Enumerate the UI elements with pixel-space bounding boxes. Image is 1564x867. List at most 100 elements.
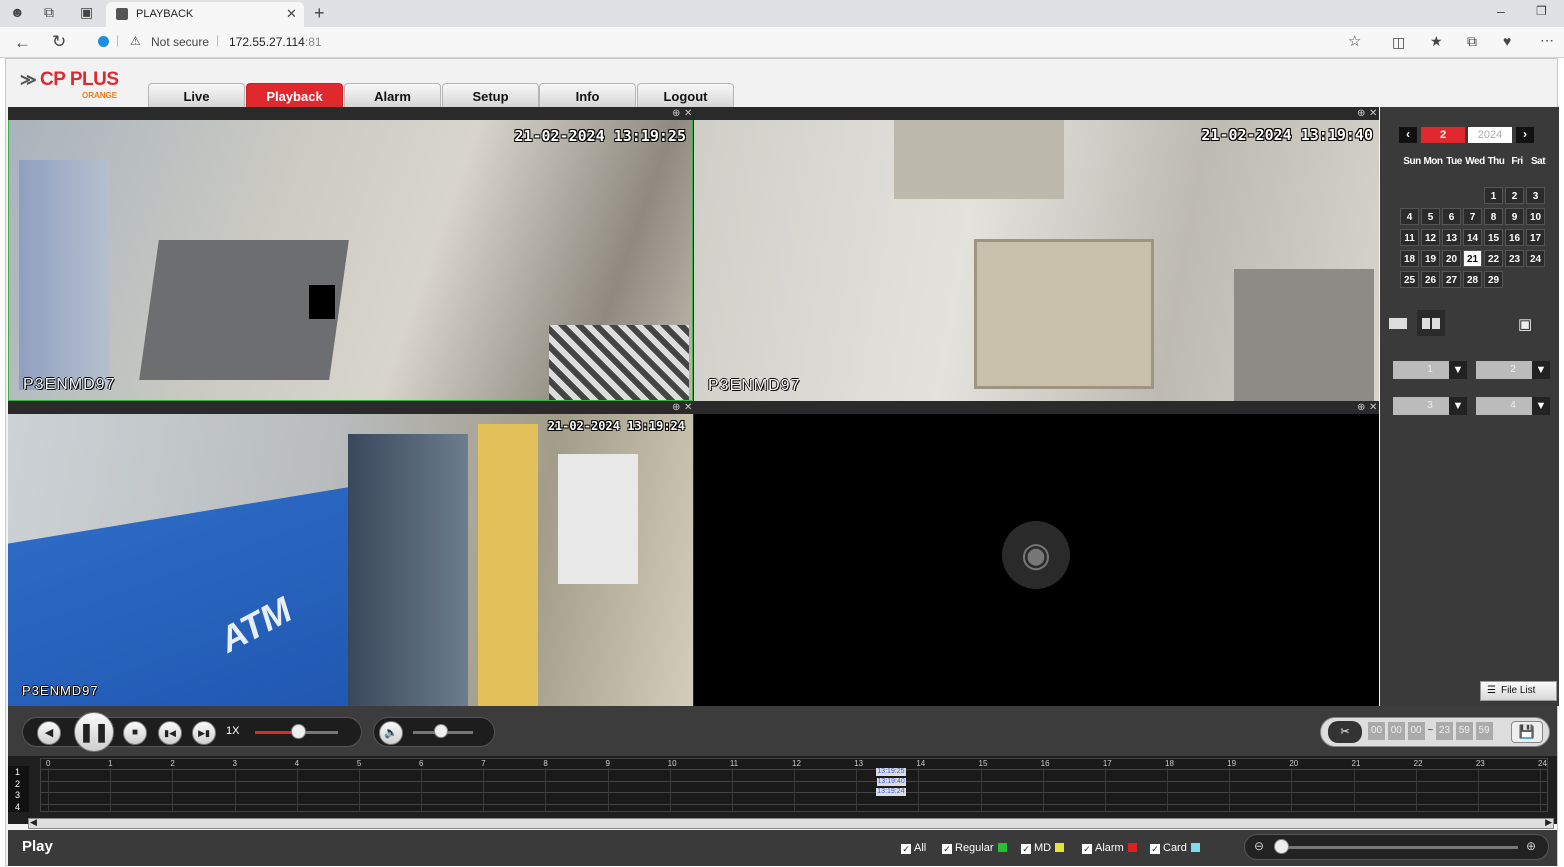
calendar-day[interactable]: 25 xyxy=(1400,271,1419,288)
channel-select-2[interactable]: 2 ▼ xyxy=(1476,361,1550,379)
calendar-day[interactable]: 11 xyxy=(1400,229,1419,246)
calendar-day[interactable]: 18 xyxy=(1400,250,1419,267)
calendar-day[interactable]: 27 xyxy=(1442,271,1461,288)
nav-playback[interactable]: Playback xyxy=(246,83,343,108)
slow-button[interactable]: ▮◀ xyxy=(158,721,182,745)
legend-alarm[interactable]: ✓ Alarm xyxy=(1082,842,1137,854)
calendar-day[interactable]: 13 xyxy=(1442,229,1461,246)
timeline-marker[interactable]: 13:19:40 xyxy=(876,778,906,786)
nav-logout[interactable]: Logout xyxy=(637,83,734,108)
calendar-day[interactable]: 12 xyxy=(1421,229,1440,246)
calendar-day[interactable]: 9 xyxy=(1505,208,1524,225)
back-icon[interactable]: ← xyxy=(14,34,31,51)
zoom-out-icon[interactable]: ⊖ xyxy=(1254,839,1264,853)
start-hour[interactable]: 00 xyxy=(1368,722,1385,740)
channel-select-3[interactable]: 3 ▼ xyxy=(1393,397,1467,415)
end-minute[interactable]: 59 xyxy=(1455,722,1473,740)
play-backward-button[interactable]: ◀ xyxy=(37,721,61,745)
calendar-prev-button[interactable]: ‹ xyxy=(1399,127,1417,143)
calendar-day[interactable]: 21 xyxy=(1463,250,1482,267)
calendar-day[interactable]: 29 xyxy=(1484,271,1503,288)
zoom-slider[interactable] xyxy=(1278,846,1518,849)
calendar-day[interactable]: 5 xyxy=(1421,208,1440,225)
timeline-marker[interactable]: 13:19:25 xyxy=(876,768,906,776)
fast-button[interactable]: ▶▮ xyxy=(192,721,216,745)
tab-close-icon[interactable]: ✕ xyxy=(286,7,297,20)
video-cell-1[interactable]: 21-02-2024 13:19:25 P3ENMD97 xyxy=(8,119,693,401)
end-hour[interactable]: 23 xyxy=(1435,722,1453,740)
timeline[interactable]: 1 2 3 4 0 1 2 3 4 5 6 7 8 9 10 11 12 13 14 15 16 17 18 19 20 21 22… xyxy=(8,756,1557,824)
calendar-next-button[interactable]: › xyxy=(1516,127,1534,143)
calendar-day[interactable]: 8 xyxy=(1484,208,1503,225)
calendar-day[interactable]: 16 xyxy=(1505,229,1524,246)
channel-select-4[interactable]: 4 ▼ xyxy=(1476,397,1550,415)
nav-setup[interactable]: Setup xyxy=(442,83,539,108)
favorite-star-icon[interactable]: ☆ xyxy=(1348,34,1361,49)
minimize-icon[interactable]: – xyxy=(1497,4,1505,18)
quad-view-button[interactable] xyxy=(1417,310,1445,336)
cell-2-close-icon[interactable]: ✕ xyxy=(1369,107,1377,120)
nav-live[interactable]: Live xyxy=(148,83,245,108)
calendar-day[interactable]: 10 xyxy=(1526,208,1545,225)
calendar-day[interactable]: 22 xyxy=(1484,250,1503,267)
calendar-day[interactable]: 26 xyxy=(1421,271,1440,288)
timeline-marker[interactable]: 13:19:24 xyxy=(876,788,906,796)
stop-button[interactable]: ■ xyxy=(123,721,147,745)
file-list-button[interactable]: ☰ File List xyxy=(1480,681,1557,701)
zoom-slider-handle[interactable] xyxy=(1274,839,1289,854)
video-cell-3[interactable]: ATM 21-02-2024 13:19:24 P3ENMD97 xyxy=(8,414,693,706)
calendar-day[interactable]: 1 xyxy=(1484,187,1503,204)
volume-slider-handle[interactable] xyxy=(434,724,448,738)
end-second[interactable]: 59 xyxy=(1475,722,1493,740)
collections-icon[interactable]: ⧉ xyxy=(1467,34,1477,48)
calendar-year[interactable]: 2024 xyxy=(1468,127,1512,143)
timeline-scrollbar[interactable]: ◀ ▶ xyxy=(28,817,1554,829)
start-minute[interactable]: 00 xyxy=(1387,722,1405,740)
single-view-button[interactable] xyxy=(1384,310,1412,336)
video-cell-2[interactable]: 21-02-2024 13:19:40 P3ENMD97 xyxy=(694,119,1379,401)
profile-icon[interactable]: ☻ xyxy=(10,5,25,19)
pause-button[interactable]: ❚❚ xyxy=(74,712,114,752)
video-cell-4[interactable]: ◉ xyxy=(694,414,1379,706)
time-range[interactable]: 00:00:00 ~ 23:59:59 xyxy=(1368,722,1500,740)
calendar-day[interactable]: 17 xyxy=(1526,229,1545,246)
favorites-icon[interactable]: ★ xyxy=(1430,34,1443,48)
workspaces-icon[interactable]: ⧉ xyxy=(44,5,54,19)
checkbox-icon[interactable]: ✓ xyxy=(1021,844,1031,854)
checkbox-icon[interactable]: ✓ xyxy=(942,844,952,854)
legend-all[interactable]: ✓ All xyxy=(901,842,926,854)
volume-icon[interactable]: 🔈 xyxy=(379,721,403,745)
calendar-day[interactable]: 24 xyxy=(1526,250,1545,267)
nav-info[interactable]: Info xyxy=(539,83,636,108)
calendar-day[interactable]: 3 xyxy=(1526,187,1545,204)
browser-tab[interactable]: PLAYBACK ✕ xyxy=(106,2,304,27)
clip-icon[interactable]: ✂ xyxy=(1328,721,1362,743)
new-tab-icon[interactable]: + xyxy=(314,4,325,22)
fullscreen-icon[interactable]: ▣ xyxy=(1518,315,1532,333)
checkbox-icon[interactable]: ✓ xyxy=(1082,844,1092,854)
split-screen-icon[interactable]: ◫ xyxy=(1392,35,1405,49)
calendar-day[interactable]: 4 xyxy=(1400,208,1419,225)
channel-select-1[interactable]: 1 ▼ xyxy=(1393,361,1467,379)
cell-4-close-icon[interactable]: ✕ xyxy=(1369,401,1377,414)
legend-md[interactable]: ✓ MD xyxy=(1021,842,1065,854)
zoom-in-icon[interactable]: ⊕ xyxy=(1526,839,1536,853)
start-second[interactable]: 00 xyxy=(1407,722,1425,740)
calendar-day[interactable]: 2 xyxy=(1505,187,1524,204)
refresh-icon[interactable]: ↻ xyxy=(52,33,66,50)
calendar-day[interactable]: 14 xyxy=(1463,229,1482,246)
calendar-day[interactable]: 7 xyxy=(1463,208,1482,225)
save-clip-button[interactable]: 💾 xyxy=(1511,721,1543,743)
address-field[interactable]: | ⚠ Not secure | 172.55.27.114:81 ☆ xyxy=(86,30,1376,54)
browser-essentials-icon[interactable]: ♥ xyxy=(1503,34,1511,48)
scroll-left-icon[interactable]: ◀ xyxy=(30,817,37,828)
nav-alarm[interactable]: Alarm xyxy=(344,83,441,108)
calendar-day[interactable]: 6 xyxy=(1442,208,1461,225)
calendar-day[interactable]: 20 xyxy=(1442,250,1461,267)
legend-regular[interactable]: ✓ Regular xyxy=(942,842,1007,854)
calendar-day[interactable]: 19 xyxy=(1421,250,1440,267)
scroll-right-icon[interactable]: ▶ xyxy=(1545,817,1552,828)
calendar-month[interactable]: 2 xyxy=(1421,127,1465,143)
checkbox-icon[interactable]: ✓ xyxy=(1150,844,1160,854)
calendar-day[interactable]: 15 xyxy=(1484,229,1503,246)
